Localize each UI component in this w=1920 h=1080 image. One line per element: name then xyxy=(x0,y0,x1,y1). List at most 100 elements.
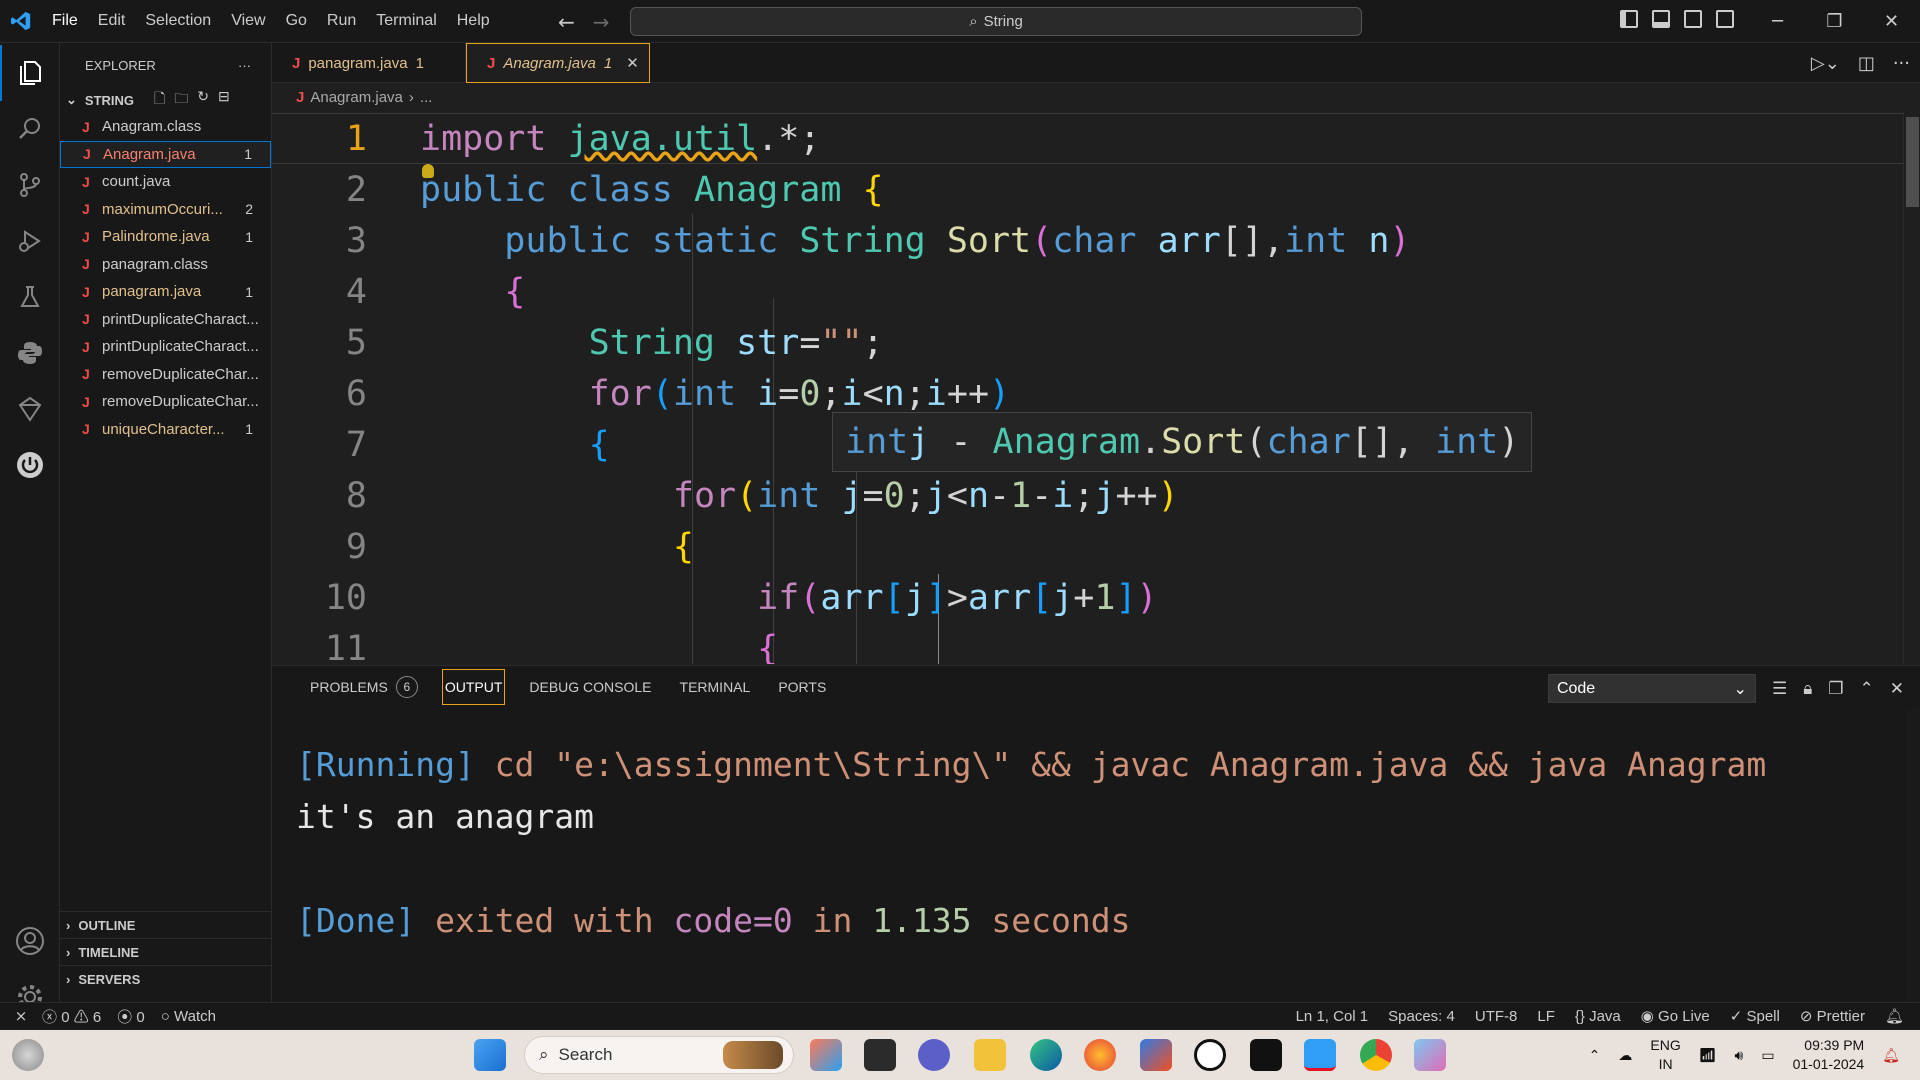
tab-anagram[interactable]: J Anagram.java 1 ✕ xyxy=(466,43,650,83)
start-menu-icon[interactable] xyxy=(474,1039,506,1071)
copilot-icon[interactable] xyxy=(810,1039,842,1071)
file-item[interactable]: Jcount.java xyxy=(60,168,271,196)
prettier[interactable]: ⊘ Prettier xyxy=(1800,1007,1865,1025)
widgets-icon[interactable] xyxy=(12,1039,44,1071)
watch-status[interactable]: ○ Watch xyxy=(161,1008,216,1025)
notifications-bell-icon[interactable]: 🔔︎ xyxy=(1885,1007,1904,1025)
output-channel-select[interactable]: Code ⌄ xyxy=(1547,674,1756,703)
maximize-panel-icon[interactable]: ⌃ xyxy=(1860,679,1874,699)
servers-section[interactable]: › SERVERS xyxy=(60,965,272,992)
customize-layout-icon[interactable] xyxy=(1716,10,1734,28)
file-item[interactable]: J Anagram.java 1 xyxy=(60,140,271,168)
file-item[interactable]: Jpanagram.class xyxy=(60,251,271,279)
file-item[interactable]: JprintDuplicateCharact... xyxy=(60,333,271,361)
go-live[interactable]: ◉ Go Live xyxy=(1641,1007,1710,1025)
split-editor-icon[interactable]: ◫ xyxy=(1858,53,1875,74)
panel-scrollbar[interactable] xyxy=(1906,708,1920,1003)
menu-view[interactable]: View xyxy=(221,12,275,30)
file-item[interactable]: JmaximumOccuri... 2 xyxy=(60,196,271,224)
back-arrow-icon[interactable]: ← xyxy=(558,10,575,34)
task-view-icon[interactable] xyxy=(864,1039,896,1071)
firefox-icon[interactable] xyxy=(1084,1039,1116,1071)
close-panel-icon[interactable]: ✕ xyxy=(1890,679,1904,699)
menu-selection[interactable]: Selection xyxy=(135,12,221,30)
toggle-primary-sidebar-icon[interactable] xyxy=(1620,10,1638,28)
language-mode[interactable]: {} Java xyxy=(1575,1008,1621,1025)
workspace-folder[interactable]: ⌄ STRING 🗋 🗀 ↻ ⊟ xyxy=(60,87,271,113)
file-explorer-icon[interactable] xyxy=(974,1039,1006,1071)
menu-help[interactable]: Help xyxy=(447,12,500,30)
snipping-tool-icon[interactable] xyxy=(1414,1039,1446,1071)
file-item[interactable]: JremoveDuplicateChar... xyxy=(60,388,271,416)
problems-status[interactable]: ⓧ 0 ⚠ 6 xyxy=(42,1006,101,1027)
open-in-editor-icon[interactable]: ❐ xyxy=(1828,679,1843,699)
toggle-secondary-sidebar-icon[interactable] xyxy=(1684,10,1702,28)
code-editor[interactable]: 1 import java.util.*; 2 public class Ana… xyxy=(272,112,1920,664)
file-item[interactable]: JprintDuplicateCharact... xyxy=(60,306,271,334)
explorer-icon[interactable] xyxy=(0,45,60,101)
restore-icon[interactable]: ❐ xyxy=(1806,0,1863,43)
new-folder-icon[interactable]: 🗀 xyxy=(174,88,188,112)
lightbulb-icon[interactable] xyxy=(422,164,434,178)
encoding[interactable]: UTF-8 xyxy=(1475,1008,1518,1025)
clock[interactable]: 09:39 PM 01-01-2024 xyxy=(1793,1036,1865,1074)
refresh-icon[interactable]: ↻ xyxy=(197,88,209,112)
onedrive-icon[interactable]: ☁ xyxy=(1618,1047,1632,1064)
file-item[interactable]: J Anagram.class xyxy=(60,113,271,141)
chat-icon[interactable] xyxy=(918,1039,950,1071)
forward-arrow-icon[interactable]: → xyxy=(593,10,610,34)
file-item[interactable]: JremoveDuplicateChar... xyxy=(60,361,271,389)
more-actions-icon[interactable]: ··· xyxy=(238,58,251,73)
breadcrumb-file[interactable]: Anagram.java xyxy=(310,89,403,106)
menu-file[interactable]: File xyxy=(42,12,88,30)
scrollbar-thumb[interactable] xyxy=(1906,117,1919,207)
language-indicator[interactable]: ENG IN xyxy=(1650,1036,1680,1074)
wifi-icon[interactable]: 📶︎ xyxy=(1699,1047,1717,1064)
power-icon[interactable] xyxy=(0,437,60,493)
tab-panagram[interactable]: J panagram.java 1 xyxy=(272,43,466,83)
file-item[interactable]: JuniqueCharacter... 1 xyxy=(60,416,271,444)
toggle-panel-icon[interactable] xyxy=(1652,10,1670,28)
tab-problems[interactable]: PROBLEMS 6 xyxy=(296,666,432,708)
vscode-taskbar-icon[interactable] xyxy=(1304,1039,1336,1071)
tab-output[interactable]: OUTPUT xyxy=(441,669,506,705)
file-item[interactable]: Jpanagram.java 1 xyxy=(60,278,271,306)
taskbar-search[interactable]: ⌕ Search xyxy=(524,1036,794,1074)
adobe-acrobat-icon[interactable] xyxy=(1250,1039,1282,1071)
command-center[interactable]: ⌕ String xyxy=(630,7,1362,36)
menu-terminal[interactable]: Terminal xyxy=(366,12,446,30)
testing-icon[interactable] xyxy=(0,269,60,325)
remote-indicator-icon[interactable]: ⨯ xyxy=(0,1007,42,1025)
editor-scrollbar[interactable] xyxy=(1903,112,1920,664)
volume-icon[interactable]: 🔊︎ xyxy=(1735,1047,1744,1064)
outline-section[interactable]: › OUTLINE xyxy=(60,911,272,938)
indentation[interactable]: Spaces: 4 xyxy=(1388,1008,1455,1025)
tab-debug-console[interactable]: DEBUG CONSOLE xyxy=(515,666,665,708)
remote-explorer-icon[interactable] xyxy=(0,381,60,437)
search-icon[interactable] xyxy=(0,101,60,157)
battery-icon[interactable]: ▭ xyxy=(1761,1047,1774,1064)
chrome-icon[interactable] xyxy=(1360,1039,1392,1071)
chevron-up-icon[interactable]: ⌃ xyxy=(1589,1047,1601,1064)
run-code-icon[interactable]: ▷⌄ xyxy=(1811,53,1840,74)
collapse-all-icon[interactable]: ⊟ xyxy=(218,88,230,112)
timeline-section[interactable]: › TIMELINE xyxy=(60,938,272,965)
spell-check[interactable]: ✓ Spell xyxy=(1730,1007,1780,1025)
menu-run[interactable]: Run xyxy=(317,12,366,30)
dell-icon[interactable] xyxy=(1194,1039,1226,1071)
tab-terminal[interactable]: TERMINAL xyxy=(666,666,765,708)
menu-edit[interactable]: Edit xyxy=(88,12,136,30)
python-icon[interactable] xyxy=(0,325,60,381)
notification-bell-icon[interactable]: 🔔︎ xyxy=(1882,1047,1900,1064)
lock-icon[interactable]: 🔒︎ xyxy=(1803,679,1812,699)
file-item[interactable]: J Palindrome.java 1 xyxy=(60,223,271,251)
account-icon[interactable] xyxy=(0,913,60,969)
minimize-icon[interactable]: ─ xyxy=(1749,0,1806,43)
source-control-icon[interactable] xyxy=(0,157,60,213)
breadcrumb-symbol[interactable]: ... xyxy=(420,89,433,106)
more-actions-icon[interactable]: ··· xyxy=(1893,53,1910,74)
menu-go[interactable]: Go xyxy=(276,12,317,30)
end-of-line[interactable]: LF xyxy=(1537,1008,1555,1025)
clear-output-icon[interactable]: ☰ xyxy=(1772,679,1787,699)
cursor-position[interactable]: Ln 1, Col 1 xyxy=(1296,1008,1369,1025)
